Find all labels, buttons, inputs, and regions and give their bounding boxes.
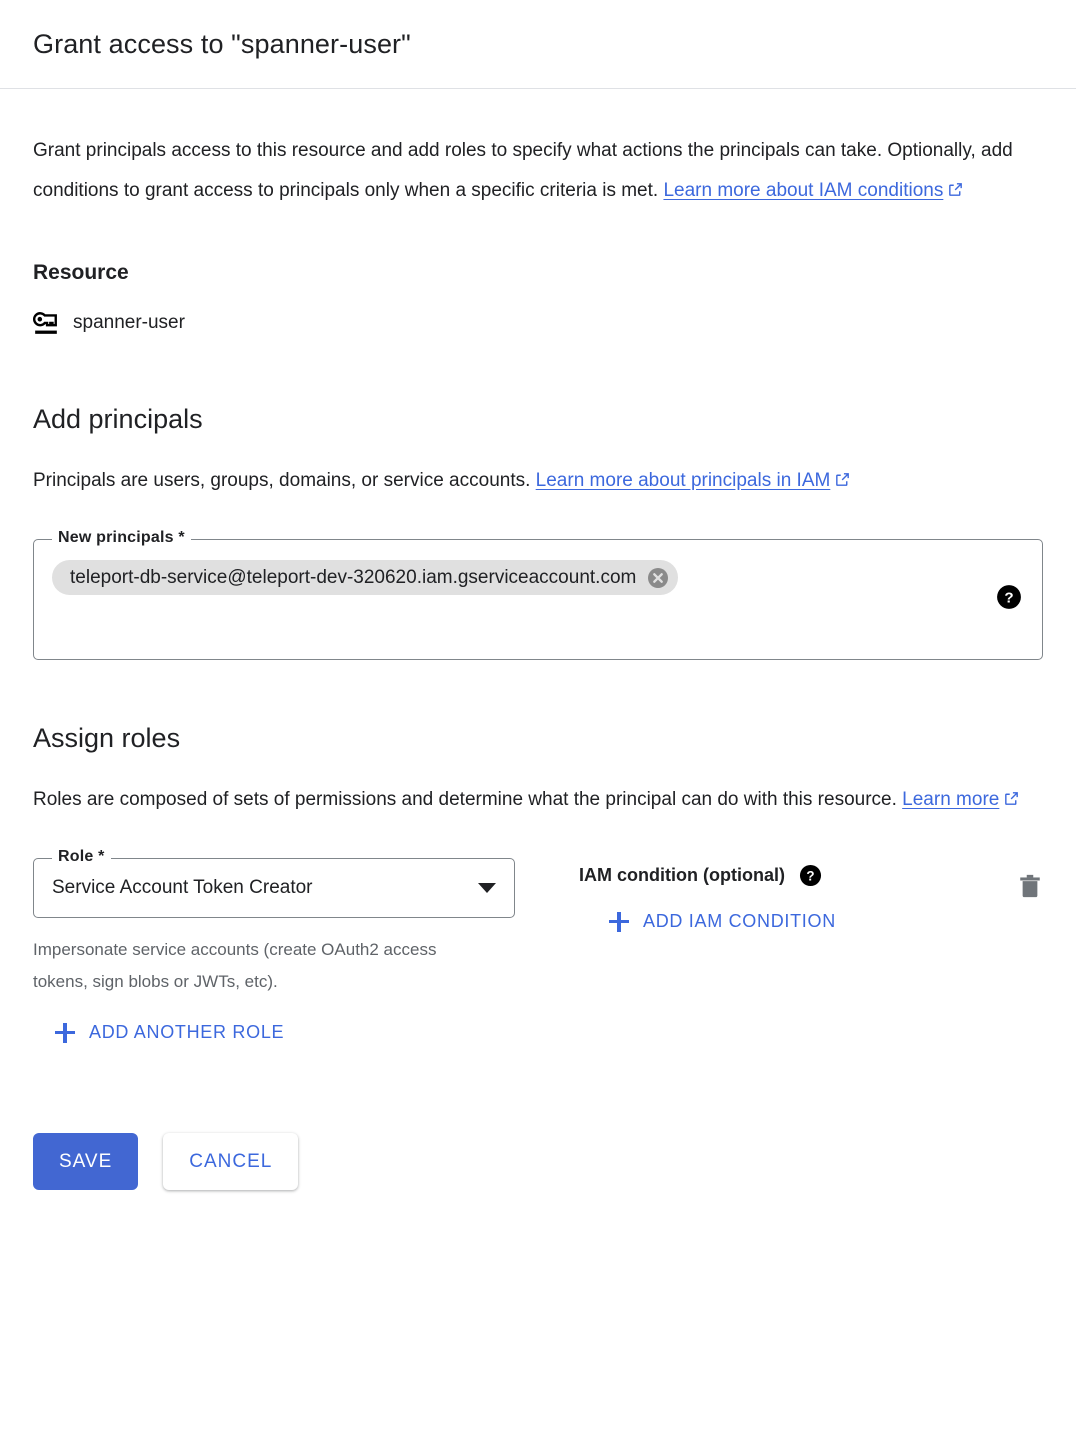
resource-heading: Resource (33, 261, 129, 284)
cancel-circle-icon[interactable] (646, 566, 670, 590)
external-link-icon (1003, 790, 1020, 807)
role-select[interactable]: Role * Service Account Token Creator (33, 848, 515, 918)
cancel-button[interactable]: CANCEL (163, 1133, 299, 1190)
principal-chip-label: teleport-db-service@teleport-dev-320620.… (70, 566, 637, 588)
chevron-down-icon (478, 883, 496, 893)
plus-icon (55, 1022, 75, 1043)
learn-more-principals-link[interactable]: Learn more about principals in IAM (536, 470, 831, 491)
svg-text:?: ? (806, 868, 814, 883)
delete-role-column (983, 858, 1043, 902)
new-principals-label: New principals * (52, 529, 191, 547)
resource-name: spanner-user (73, 312, 185, 333)
add-principals-description: Principals are users, groups, domains, o… (33, 461, 1043, 501)
add-principals-heading: Add principals (33, 404, 203, 434)
add-another-role-label: ADD ANOTHER ROLE (89, 1022, 285, 1042)
plus-icon (609, 911, 629, 932)
role-description: Impersonate service accounts (create OAu… (33, 940, 437, 991)
save-button[interactable]: SAVE (33, 1133, 139, 1190)
role-assignment-row: Role * Service Account Token Creator Imp… (33, 848, 1043, 998)
iam-condition-label-row: IAM condition (optional) ? (579, 864, 983, 887)
add-iam-condition-button[interactable]: ADD IAM CONDITION (601, 901, 844, 942)
role-select-value: Service Account Token Creator (52, 877, 313, 898)
new-principals-input[interactable]: New principals * teleport-db-service@tel… (33, 529, 1043, 660)
role-select-label: Role * (52, 848, 111, 866)
dialog-header: Grant access to "spanner-user" (0, 0, 1076, 89)
intro-description: Grant principals access to this resource… (33, 131, 1043, 211)
add-iam-condition-label: ADD IAM CONDITION (643, 911, 836, 931)
iam-condition-column: IAM condition (optional) ? ADD IAM CONDI… (515, 858, 983, 942)
help-icon[interactable]: ? (996, 584, 1022, 610)
trash-icon[interactable] (1017, 872, 1043, 902)
principal-chip[interactable]: teleport-db-service@teleport-dev-320620.… (52, 560, 679, 595)
external-link-icon (947, 181, 964, 198)
assign-roles-text: Roles are composed of sets of permission… (33, 789, 903, 810)
assign-roles-heading: Assign roles (33, 723, 181, 753)
add-another-role-button[interactable]: ADD ANOTHER ROLE (47, 1012, 292, 1053)
learn-more-roles-link[interactable]: Learn more (902, 789, 999, 810)
service-account-key-icon (33, 310, 59, 336)
learn-more-iam-conditions-link[interactable]: Learn more about IAM conditions (663, 180, 943, 201)
help-icon[interactable]: ? (799, 864, 822, 887)
iam-condition-label: IAM condition (optional) (579, 865, 785, 885)
external-link-icon (834, 471, 851, 488)
dialog-footer: SAVE CANCEL (33, 1133, 1043, 1190)
dialog-content: Grant principals access to this resource… (0, 131, 1076, 1190)
role-column: Role * Service Account Token Creator Imp… (33, 848, 515, 998)
svg-text:?: ? (1004, 590, 1013, 607)
page-title: Grant access to "spanner-user" (33, 28, 411, 59)
add-principals-text: Principals are users, groups, domains, o… (33, 470, 536, 491)
resource-row: spanner-user (33, 310, 1043, 336)
assign-roles-description: Roles are composed of sets of permission… (33, 780, 1043, 820)
